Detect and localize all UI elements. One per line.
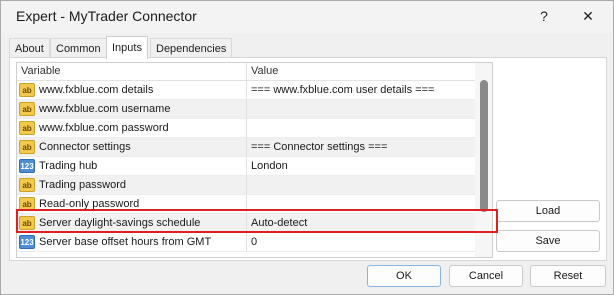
variable-name: www.fxblue.com details bbox=[39, 84, 154, 96]
column-header-value[interactable]: Value bbox=[246, 63, 278, 80]
variable-name: Trading password bbox=[39, 179, 127, 191]
table-row[interactable]: ab Trading password bbox=[17, 176, 475, 195]
variable-name: www.fxblue.com username bbox=[39, 103, 171, 115]
tab-dependencies[interactable]: Dependencies bbox=[150, 38, 233, 59]
close-icon[interactable]: ✕ bbox=[573, 5, 603, 27]
cancel-button[interactable]: Cancel bbox=[449, 265, 523, 287]
highlight-box bbox=[16, 209, 498, 233]
expert-dialog: Expert - MyTrader Connector ? ✕ About Co… bbox=[0, 0, 614, 295]
table-row[interactable]: ab www.fxblue.com username bbox=[17, 100, 475, 119]
variable-value[interactable] bbox=[246, 100, 475, 118]
reset-button[interactable]: Reset bbox=[530, 265, 606, 287]
variable-value[interactable]: London bbox=[246, 157, 475, 175]
variable-name: Server base offset hours from GMT bbox=[39, 236, 212, 248]
variable-name: Connector settings bbox=[39, 141, 131, 153]
variable-name: www.fxblue.com password bbox=[39, 122, 169, 134]
string-type-icon: ab bbox=[19, 121, 35, 135]
string-type-icon: ab bbox=[19, 178, 35, 192]
numeric-type-icon: 123 bbox=[19, 235, 35, 249]
string-type-icon: ab bbox=[19, 102, 35, 116]
table-row[interactable]: ab Connector settings === Connector sett… bbox=[17, 138, 475, 157]
tab-about[interactable]: About bbox=[9, 38, 50, 59]
string-type-icon: ab bbox=[19, 83, 35, 97]
grid-header: Variable Value bbox=[17, 63, 475, 81]
string-type-icon: ab bbox=[19, 140, 35, 154]
numeric-type-icon: 123 bbox=[19, 159, 35, 173]
save-button[interactable]: Save bbox=[496, 230, 600, 252]
variable-value[interactable]: === www.fxblue.com user details === bbox=[246, 81, 475, 99]
table-row[interactable]: ab www.fxblue.com password bbox=[17, 119, 475, 138]
window-title: Expert - MyTrader Connector bbox=[16, 8, 197, 24]
variable-value[interactable] bbox=[246, 176, 475, 194]
table-row[interactable]: 123 Server base offset hours from GMT 0 bbox=[17, 233, 475, 252]
variable-name: Trading hub bbox=[39, 160, 98, 172]
inputs-panel: Variable Value ab www.fxblue.com details… bbox=[9, 57, 607, 261]
help-icon[interactable]: ? bbox=[529, 5, 559, 27]
variable-value[interactable] bbox=[246, 119, 475, 137]
column-header-variable[interactable]: Variable bbox=[17, 63, 61, 80]
load-button[interactable]: Load bbox=[496, 200, 600, 222]
ok-button[interactable]: OK bbox=[367, 265, 441, 287]
variable-value[interactable]: === Connector settings === bbox=[246, 138, 475, 156]
scrollbar-thumb[interactable] bbox=[480, 80, 488, 212]
table-row[interactable]: 123 Trading hub London bbox=[17, 157, 475, 176]
variable-value[interactable]: 0 bbox=[246, 233, 475, 251]
table-row[interactable]: ab www.fxblue.com details === www.fxblue… bbox=[17, 81, 475, 100]
title-bar: Expert - MyTrader Connector ? ✕ bbox=[1, 1, 613, 33]
tab-inputs[interactable]: Inputs bbox=[106, 36, 148, 59]
tab-common[interactable]: Common bbox=[50, 38, 107, 59]
